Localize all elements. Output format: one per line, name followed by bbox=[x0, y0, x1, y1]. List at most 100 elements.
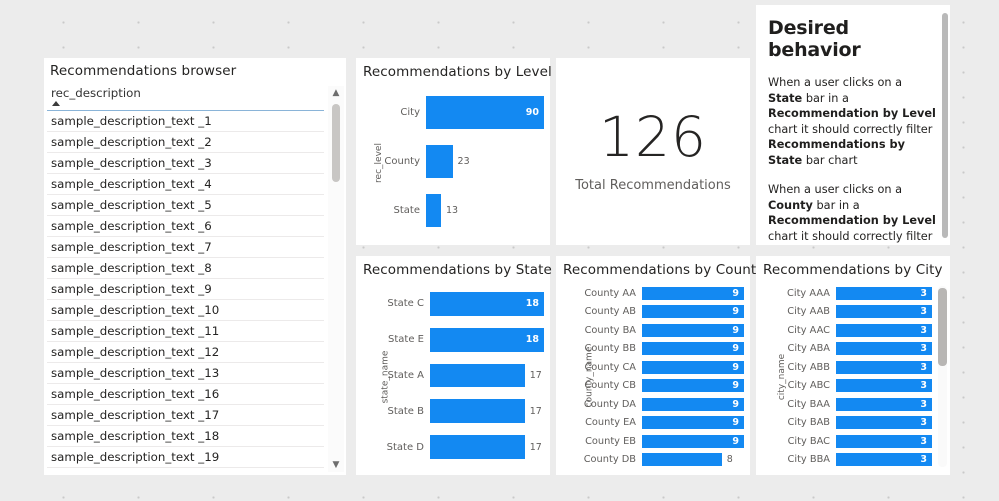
bar-row[interactable]: City ABC 3 bbox=[774, 377, 932, 396]
bar[interactable] bbox=[426, 145, 453, 178]
bar[interactable]: 3 bbox=[836, 434, 932, 448]
bar-row[interactable]: County EA 9 bbox=[574, 414, 744, 433]
bar-row[interactable]: City BAC 3 bbox=[774, 432, 932, 451]
bar[interactable] bbox=[430, 435, 525, 459]
bar-track: 9 bbox=[642, 358, 744, 377]
bar[interactable]: 9 bbox=[642, 323, 744, 337]
desired-behavior-title: Desired behavior bbox=[768, 17, 861, 61]
bar[interactable]: 90 bbox=[426, 96, 544, 129]
bar[interactable]: 3 bbox=[836, 397, 932, 411]
slicer-list-item[interactable]: sample_description_text _1 bbox=[47, 111, 324, 132]
bar-value-label: 9 bbox=[732, 343, 739, 355]
bar-row[interactable]: County AB 9 bbox=[574, 303, 744, 322]
slicer-list-item[interactable]: sample_description_text _4 bbox=[47, 174, 324, 195]
chevron-down-icon[interactable]: ▼ bbox=[328, 458, 344, 472]
slicer-list-item[interactable]: sample_description_text _16 bbox=[47, 384, 324, 405]
slicer-list-item[interactable]: sample_description_text _9 bbox=[47, 279, 324, 300]
bar-row[interactable]: City AAC 3 bbox=[774, 321, 932, 340]
slicer-list-item[interactable]: sample_description_text _6 bbox=[47, 216, 324, 237]
bar[interactable]: 9 bbox=[642, 416, 744, 430]
slicer-list-item[interactable]: sample_description_text _19 bbox=[47, 447, 324, 468]
recommendations-by-level-chart[interactable]: Recommendations by Level rec_level City 9… bbox=[356, 58, 552, 245]
bar-row[interactable]: State B 17 bbox=[374, 393, 544, 429]
bar-row[interactable]: County DA 9 bbox=[574, 395, 744, 414]
bar-category-label: State E bbox=[388, 334, 424, 346]
bar[interactable]: 18 bbox=[430, 327, 544, 352]
behavior-scrollbar-thumb[interactable] bbox=[942, 13, 948, 238]
slicer-list-item[interactable]: sample_description_text _13 bbox=[47, 363, 324, 384]
bar-row[interactable]: County BB 9 bbox=[574, 340, 744, 359]
bar-row[interactable]: City AAB 3 bbox=[774, 303, 932, 322]
bar[interactable]: 9 bbox=[642, 434, 744, 448]
bar-group[interactable]: City 90 County 23 State 13 bbox=[374, 88, 544, 235]
bar-row[interactable]: State E 18 bbox=[374, 322, 544, 358]
bar[interactable]: 9 bbox=[642, 305, 744, 319]
bar-row[interactable]: County CA 9 bbox=[574, 358, 744, 377]
bar[interactable]: 3 bbox=[836, 360, 932, 374]
bar-row[interactable]: County AA 9 bbox=[574, 284, 744, 303]
bar[interactable]: 3 bbox=[836, 323, 932, 337]
behavior-scrollbar[interactable] bbox=[942, 9, 948, 241]
slicer-list-item[interactable]: sample_description_text _7 bbox=[47, 237, 324, 258]
bar-row[interactable]: City AAA 3 bbox=[774, 284, 932, 303]
total-recommendations-kpi-card[interactable]: 126 Total Recommendations bbox=[556, 58, 750, 245]
bar-row[interactable]: City ABB 3 bbox=[774, 358, 932, 377]
bar[interactable] bbox=[426, 194, 441, 227]
bar[interactable]: 3 bbox=[836, 305, 932, 319]
slicer-list-item[interactable]: sample_description_text _3 bbox=[47, 153, 324, 174]
bar[interactable]: 3 bbox=[836, 416, 932, 430]
bar-row[interactable]: County EB 9 bbox=[574, 432, 744, 451]
slicer-column-header-label: rec_description bbox=[51, 86, 141, 100]
chevron-up-icon[interactable]: ▲ bbox=[328, 86, 344, 100]
bar-row[interactable]: State A 17 bbox=[374, 358, 544, 394]
slicer-scrollbar-thumb[interactable] bbox=[332, 104, 340, 182]
slicer-list-item[interactable]: sample_description_text _18 bbox=[47, 426, 324, 447]
city-chart-scrollbar-thumb[interactable] bbox=[938, 288, 947, 366]
bar[interactable]: 9 bbox=[642, 360, 744, 374]
bar-row[interactable]: State 13 bbox=[374, 186, 544, 235]
bar-row[interactable]: County 23 bbox=[374, 137, 544, 186]
bar-row[interactable]: City BAA 3 bbox=[774, 395, 932, 414]
bar[interactable]: 3 bbox=[836, 453, 932, 467]
bar[interactable]: 18 bbox=[430, 292, 544, 316]
sort-ascending-caret-icon[interactable] bbox=[52, 101, 60, 106]
bar-group[interactable]: City AAA 3 City AAB 3 City AAC 3 City ABA 3 City… bbox=[774, 284, 932, 469]
slicer-scrollbar[interactable]: ▲ ▼ bbox=[328, 86, 344, 472]
slicer-list-item[interactable]: sample_description_text _12 bbox=[47, 342, 324, 363]
bar-row[interactable]: County BA 9 bbox=[574, 321, 744, 340]
bar[interactable]: 9 bbox=[642, 397, 744, 411]
bar[interactable]: 9 bbox=[642, 286, 744, 300]
slicer-list-item[interactable]: sample_description_text _10 bbox=[47, 300, 324, 321]
bar-group[interactable]: County AA 9 County AB 9 County BA 9 County BB 9… bbox=[574, 284, 744, 469]
slicer-list-item[interactable]: sample_description_text _17 bbox=[47, 405, 324, 426]
bar-group[interactable]: State C 18 State E 18 State A 17 State B 17 Stat… bbox=[374, 286, 544, 465]
slicer-column-header[interactable]: rec_description bbox=[47, 85, 324, 111]
bar-row[interactable]: State C 18 bbox=[374, 286, 544, 322]
bar[interactable] bbox=[430, 399, 525, 424]
bar-row[interactable]: County CB 9 bbox=[574, 377, 744, 396]
slicer-list-item[interactable]: sample_description_text _20 bbox=[47, 468, 324, 473]
bar[interactable]: 9 bbox=[642, 379, 744, 393]
slicer-item-list[interactable]: sample_description_text _1 sample_descrip… bbox=[47, 111, 324, 473]
recommendations-by-county-chart[interactable]: Recommendations by County county_name Co… bbox=[556, 256, 764, 475]
slicer-list-item[interactable]: sample_description_text _2 bbox=[47, 132, 324, 153]
recommendations-by-state-chart[interactable]: Recommendations by State state_name Stat… bbox=[356, 256, 552, 475]
bar[interactable] bbox=[642, 453, 722, 467]
slicer-list-item[interactable]: sample_description_text _11 bbox=[47, 321, 324, 342]
recommendations-browser-slicer[interactable]: Recommendations browser rec_description … bbox=[44, 58, 346, 475]
bar-row[interactable]: State D 17 bbox=[374, 429, 544, 465]
city-chart-scrollbar[interactable] bbox=[938, 286, 947, 467]
recommendations-by-city-chart[interactable]: Recommendations by City city_name City A… bbox=[756, 256, 950, 475]
bar-row[interactable]: City BAB 3 bbox=[774, 414, 932, 433]
bar[interactable]: 9 bbox=[642, 342, 744, 356]
bar-row[interactable]: County DB 8 bbox=[574, 451, 744, 470]
bar[interactable]: 3 bbox=[836, 342, 932, 356]
slicer-list-item[interactable]: sample_description_text _5 bbox=[47, 195, 324, 216]
bar-row[interactable]: City BBA 3 bbox=[774, 451, 932, 470]
bar-row[interactable]: City ABA 3 bbox=[774, 340, 932, 359]
slicer-list-item[interactable]: sample_description_text _8 bbox=[47, 258, 324, 279]
bar[interactable]: 3 bbox=[836, 286, 932, 300]
bar-row[interactable]: City 90 bbox=[374, 88, 544, 137]
bar[interactable] bbox=[430, 363, 525, 388]
bar[interactable]: 3 bbox=[836, 379, 932, 393]
